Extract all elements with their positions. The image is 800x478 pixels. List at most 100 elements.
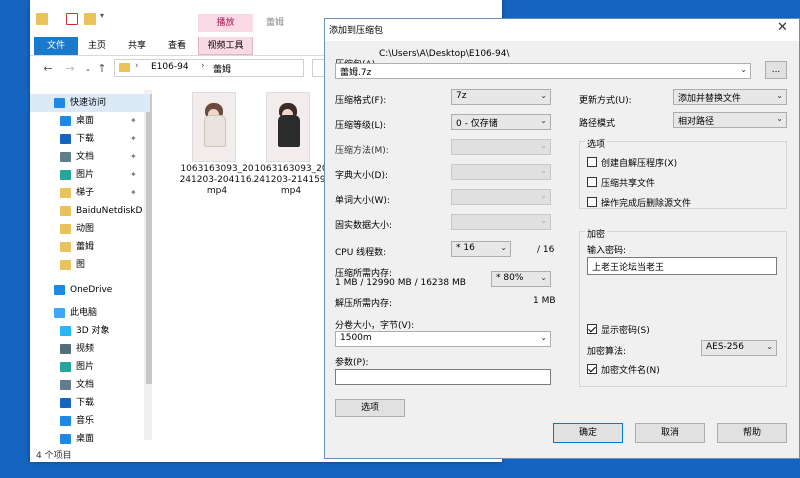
show-password-checkbox[interactable]: [587, 324, 597, 334]
tab-view[interactable]: 查看: [160, 37, 194, 55]
options-button[interactable]: 选项: [335, 399, 405, 417]
archive-name-combo[interactable]: 蕾姆.7z ⌄: [335, 63, 751, 79]
options-group-title: 选项: [585, 137, 608, 150]
sidebar-item-label: 下载: [76, 398, 95, 408]
delete-after-checkbox[interactable]: [587, 197, 597, 207]
sidebar-item[interactable]: 蕾姆: [30, 238, 150, 256]
sidebar-item[interactable]: BaiduNetdiskD: [30, 202, 150, 220]
sidebar-item[interactable]: 文档 ✦: [30, 148, 150, 166]
chevron-down-icon: ⌄: [540, 273, 547, 282]
forward-arrow-icon[interactable]: →: [64, 62, 76, 76]
dictionary-select[interactable]: ⌄: [451, 164, 551, 180]
sidebar-item-label: 下载: [76, 134, 95, 144]
sidebar-item[interactable]: 图: [30, 256, 150, 274]
thumbnail-body: [204, 115, 226, 147]
word-size-select[interactable]: ⌄: [451, 189, 551, 205]
path-mode-select[interactable]: 相对路径 ⌄: [673, 112, 787, 128]
status-bar-item-count: 4 个项目: [36, 451, 72, 461]
pin-icon[interactable]: ✦: [130, 166, 137, 184]
ok-button[interactable]: 确定: [553, 423, 623, 443]
format-select[interactable]: 7z ⌄: [451, 89, 551, 105]
back-arrow-icon[interactable]: ←: [42, 62, 54, 76]
close-icon[interactable]: ✕: [777, 20, 788, 35]
split-size-combo[interactable]: 1500m ⌄: [335, 331, 551, 347]
chevron-right-icon[interactable]: ›: [201, 61, 205, 71]
tab-share[interactable]: 共享: [120, 37, 154, 55]
tab-home[interactable]: 主页: [80, 37, 114, 55]
thumbnail-body: [278, 115, 300, 147]
quick-access-dropdown-icon[interactable]: ▾: [100, 11, 104, 20]
tab-file[interactable]: 文件: [34, 37, 78, 55]
pin-icon[interactable]: ✦: [130, 112, 137, 130]
chevron-down-icon: ⌄: [500, 243, 507, 252]
sidebar-item[interactable]: 此电脑: [30, 304, 150, 322]
download-icon: [60, 398, 71, 408]
method-select[interactable]: ⌄: [451, 139, 551, 155]
compression-memory-value: 1 MB / 12990 MB / 16238 MB: [335, 278, 466, 288]
pin-icon[interactable]: ✦: [130, 130, 137, 148]
pin-icon[interactable]: ✦: [130, 184, 137, 202]
cancel-button[interactable]: 取消: [635, 423, 705, 443]
parameters-label: 参数(P):: [335, 358, 369, 368]
properties-icon[interactable]: [66, 13, 78, 25]
sidebar-item[interactable]: 快速访问: [30, 94, 150, 112]
sidebar-item-label: OneDrive: [70, 285, 113, 295]
breadcrumb-segment[interactable]: E106-94: [151, 62, 189, 72]
update-mode-label: 更新方式(U):: [579, 96, 632, 106]
update-mode-select[interactable]: 添加并替换文件 ⌄: [673, 89, 787, 105]
address-bar[interactable]: › E106-94 › 蕾姆 ▾ ↻: [114, 59, 385, 77]
encryption-method-select[interactable]: AES-256 ⌄: [701, 340, 777, 356]
memory-percent-value: * 80%: [496, 273, 524, 283]
password-input[interactable]: 上老王论坛当老王: [587, 257, 777, 275]
sidebar-item[interactable]: 下载: [30, 394, 150, 412]
navigation-pane: 快速访问 桌面 ✦ 下载 ✦ 文档 ✦ 图片 ✦ 梯子 ✦ BaiduNetdiskD 动图 蕾姆图 One…: [30, 90, 154, 450]
compress-shared-checkbox[interactable]: [587, 177, 597, 187]
sidebar-item[interactable]: OneDrive: [30, 281, 150, 299]
show-password-label: 显示密码(S): [601, 326, 650, 336]
memory-percent-select[interactable]: * 80% ⌄: [491, 271, 551, 287]
desktop-icon: [60, 434, 71, 444]
help-button[interactable]: 帮助: [717, 423, 787, 443]
chevron-down-icon: ⌄: [540, 191, 547, 200]
solid-size-select[interactable]: ⌄: [451, 214, 551, 230]
sidebar-item-label: 桌面: [76, 116, 95, 126]
parameters-input[interactable]: [335, 369, 551, 385]
password-label: 输入密码:: [587, 246, 627, 256]
level-select[interactable]: 0 - 仅存储 ⌄: [451, 114, 551, 130]
sidebar-item[interactable]: 音乐: [30, 412, 150, 430]
sidebar-item-label: 图: [76, 260, 86, 270]
browse-button[interactable]: ...: [765, 61, 787, 79]
sidebar-item[interactable]: 文档: [30, 376, 150, 394]
sidebar-item[interactable]: 视频: [30, 340, 150, 358]
recent-dropdown-icon[interactable]: ⌄: [82, 62, 94, 76]
sidebar-item[interactable]: 梯子 ✦: [30, 184, 150, 202]
method-label: 压缩方法(M):: [335, 146, 389, 156]
folder-icon: [60, 224, 71, 234]
breadcrumb-segment[interactable]: 蕾姆: [213, 62, 231, 75]
sidebar-item[interactable]: 动图: [30, 220, 150, 238]
encrypt-filenames-checkbox[interactable]: [587, 364, 597, 374]
sidebar-item[interactable]: 下载 ✦: [30, 130, 150, 148]
sidebar-item-label: 快速访问: [70, 98, 107, 108]
sidebar-item-label: 动图: [76, 224, 95, 234]
music-icon: [60, 416, 71, 426]
sidebar-item[interactable]: 3D 对象: [30, 322, 150, 340]
chevron-down-icon: ⌄: [740, 65, 747, 74]
sidebar-item[interactable]: 图片: [30, 358, 150, 376]
new-folder-icon[interactable]: [84, 13, 96, 25]
sidebar-item[interactable]: 桌面 ✦: [30, 112, 150, 130]
pin-icon[interactable]: ✦: [130, 148, 137, 166]
dialog-title-bar: 添加到压缩包 ✕: [325, 19, 799, 41]
tab-video-tools[interactable]: 视频工具: [198, 37, 253, 55]
file-item[interactable]: 1063163093_20241203-214159.mp4: [252, 92, 330, 212]
threads-select[interactable]: * 16 ⌄: [451, 241, 511, 257]
file-item[interactable]: 1063163093_20241203-204116.mp4: [178, 92, 256, 212]
chevron-right-icon: ›: [135, 61, 139, 71]
sidebar-item[interactable]: 图片 ✦: [30, 166, 150, 184]
compress-shared-label: 压缩共享文件: [601, 179, 656, 189]
cloud-icon: [54, 285, 65, 295]
sidebar-item[interactable]: 桌面: [30, 430, 150, 448]
level-value: 0 - 仅存储: [456, 119, 498, 129]
up-arrow-icon[interactable]: ↑: [96, 62, 108, 76]
create-sfx-checkbox[interactable]: [587, 157, 597, 167]
